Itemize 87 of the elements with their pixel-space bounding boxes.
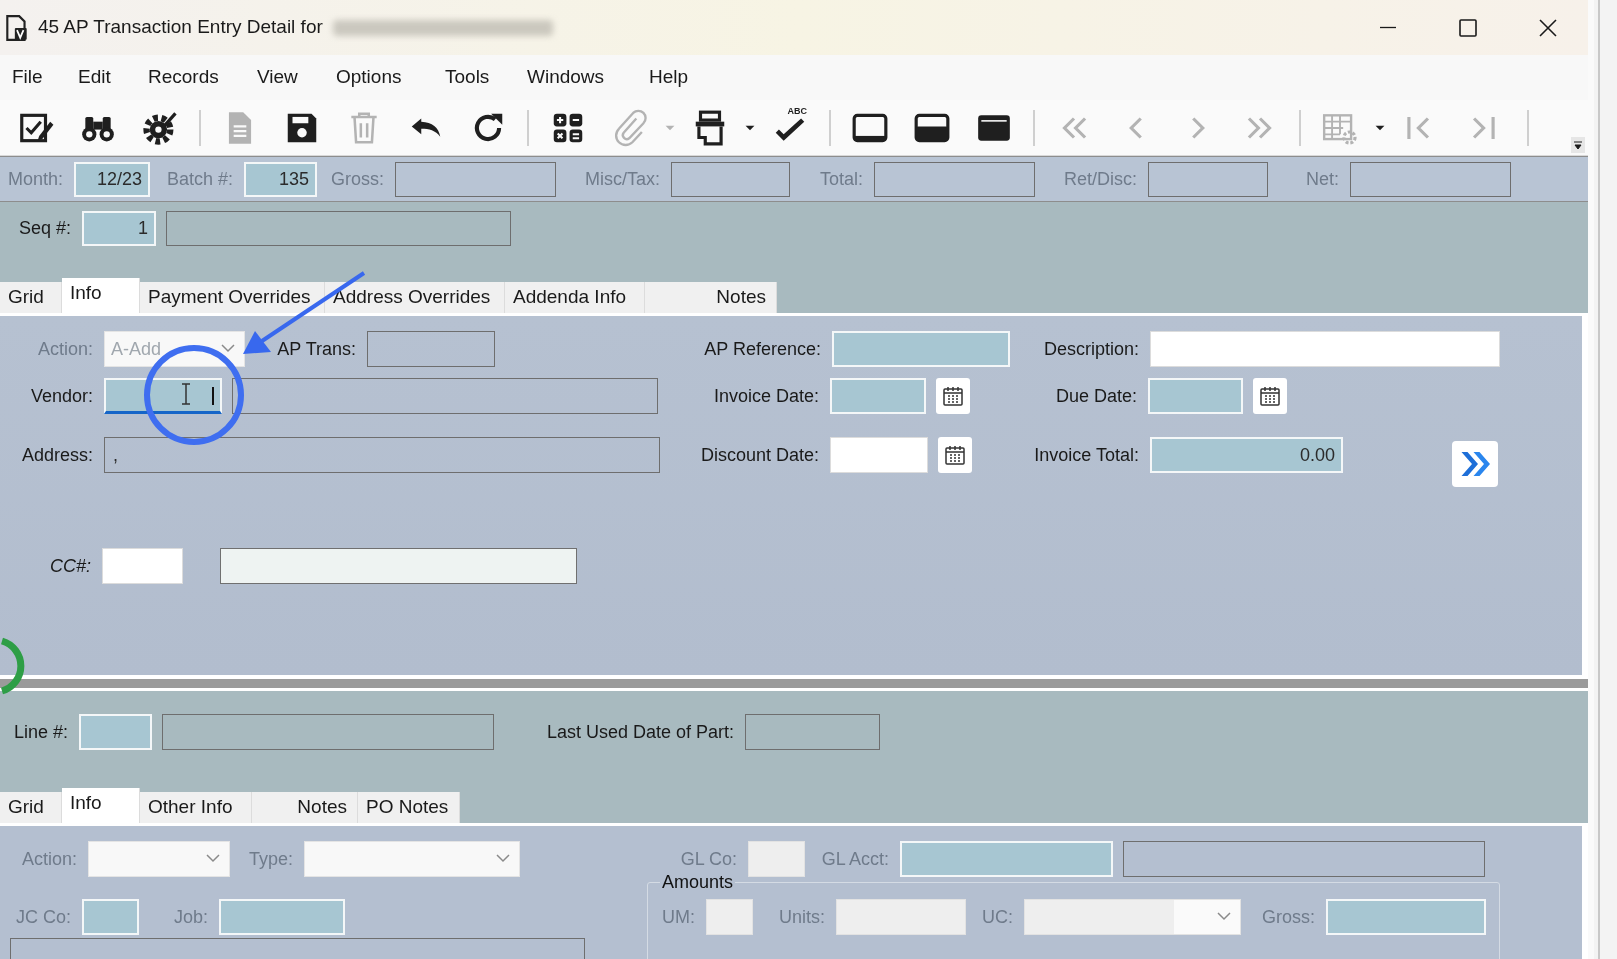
- input-field[interactable]: ,: [104, 437, 660, 473]
- menu-item[interactable]: View: [248, 59, 327, 96]
- menu-item[interactable]: Records: [139, 59, 248, 96]
- calendar-button[interactable]: [938, 437, 972, 473]
- calendar-icon: [1258, 384, 1282, 408]
- field-label: Last Used Date of Part:: [545, 720, 735, 744]
- input-field[interactable]: [745, 714, 880, 750]
- document-icon: [4, 13, 30, 42]
- field-label: Misc/Tax:: [584, 167, 661, 191]
- overflow-button[interactable]: [1571, 137, 1585, 153]
- field-label: AP Reference:: [703, 337, 822, 361]
- menu-item[interactable]: Edit: [69, 59, 139, 96]
- tab[interactable]: Info: [62, 788, 140, 823]
- tab[interactable]: Grid: [0, 282, 62, 313]
- field-label: Total:: [818, 167, 864, 191]
- caret-icon: [1375, 124, 1385, 131]
- calendar-icon: [941, 384, 965, 408]
- close-icon: [1538, 17, 1558, 38]
- field-label: Gross:: [330, 167, 385, 191]
- field-label: Seq #:: [17, 217, 72, 240]
- input-field[interactable]: [166, 211, 511, 246]
- field-label: Address:: [20, 443, 94, 467]
- tab[interactable]: Other Info: [140, 792, 252, 823]
- field-label: GL Co:: [679, 847, 738, 871]
- input-field[interactable]: [162, 714, 494, 750]
- group-title: Amounts: [660, 873, 736, 891]
- chevron-down-icon: [205, 851, 221, 865]
- input-field[interactable]: [10, 938, 585, 959]
- dropdown-value: A-Add: [111, 337, 162, 361]
- calendar-button[interactable]: [1253, 378, 1287, 414]
- overflow-icon: [1573, 140, 1583, 150]
- next-button[interactable]: [1452, 441, 1498, 487]
- field-label: Type:: [247, 847, 294, 871]
- input-field[interactable]: [220, 548, 577, 584]
- field-label: Action:: [36, 337, 94, 361]
- tab[interactable]: PO Notes: [358, 792, 460, 823]
- field-label: Net:: [1305, 167, 1340, 191]
- caret-icon: [665, 124, 675, 131]
- tab[interactable]: Payment Overrides: [140, 282, 325, 313]
- field-label: AP Trans:: [276, 337, 357, 361]
- input-field[interactable]: 1: [82, 211, 156, 246]
- menu-item[interactable]: Windows: [518, 59, 640, 96]
- tab[interactable]: Grid: [0, 792, 62, 823]
- field-label: GL Acct:: [820, 847, 890, 871]
- menu-item[interactable]: Tools: [436, 59, 518, 96]
- chevron-down-icon: [495, 851, 511, 865]
- tab[interactable]: Info: [62, 278, 140, 313]
- field-label: CC#:: [49, 554, 92, 578]
- field-label: Month:: [6, 167, 64, 191]
- field-label: Units:: [778, 905, 826, 929]
- field-label: JC Co:: [15, 905, 72, 929]
- window-title: 45 AP Transaction Entry Detail for: [38, 15, 323, 40]
- calendar-icon: [943, 443, 967, 467]
- toolbar-button[interactable]: ABC: [759, 104, 821, 151]
- maximize-icon: [1458, 17, 1478, 38]
- menu-item[interactable]: Options: [327, 59, 436, 96]
- field-label: Vendor:: [29, 384, 94, 408]
- menu-item[interactable]: File: [3, 59, 69, 96]
- input-field[interactable]: [232, 378, 658, 414]
- tab[interactable]: Addenda Info: [505, 282, 645, 313]
- field-label: Job:: [172, 905, 209, 929]
- text-cursor-icon: [180, 383, 192, 405]
- field-label: Due Date:: [1054, 384, 1138, 408]
- field-label: Line #:: [12, 720, 69, 744]
- field-label: Batch #:: [165, 167, 234, 191]
- text-caret: [212, 387, 214, 405]
- input-field[interactable]: 0.00: [1150, 437, 1343, 473]
- field-label: Gross:: [1261, 905, 1316, 929]
- tab[interactable]: Notes: [252, 792, 358, 823]
- minimize-icon: [1379, 26, 1397, 29]
- input-field[interactable]: [367, 331, 495, 367]
- tab[interactable]: Address Overrides: [325, 282, 505, 313]
- field-label: Invoice Total:: [1033, 443, 1140, 467]
- menu-item[interactable]: Help: [640, 59, 700, 96]
- field-label: UM:: [661, 905, 696, 929]
- chevron-down-icon: [1216, 909, 1232, 923]
- field-label: Ret/Disc:: [1063, 167, 1138, 191]
- tab[interactable]: Notes: [645, 282, 777, 313]
- field-label: Action:: [20, 847, 78, 871]
- field-label: Invoice Date:: [712, 384, 820, 408]
- field-label: Discount Date:: [699, 443, 820, 467]
- field-label: Description:: [1042, 337, 1140, 361]
- caret-icon: [745, 124, 755, 131]
- field-label: UC:: [981, 905, 1014, 929]
- icon-label: ABC: [787, 106, 807, 116]
- chevron-down-icon: [220, 341, 236, 355]
- calendar-button[interactable]: [936, 378, 970, 414]
